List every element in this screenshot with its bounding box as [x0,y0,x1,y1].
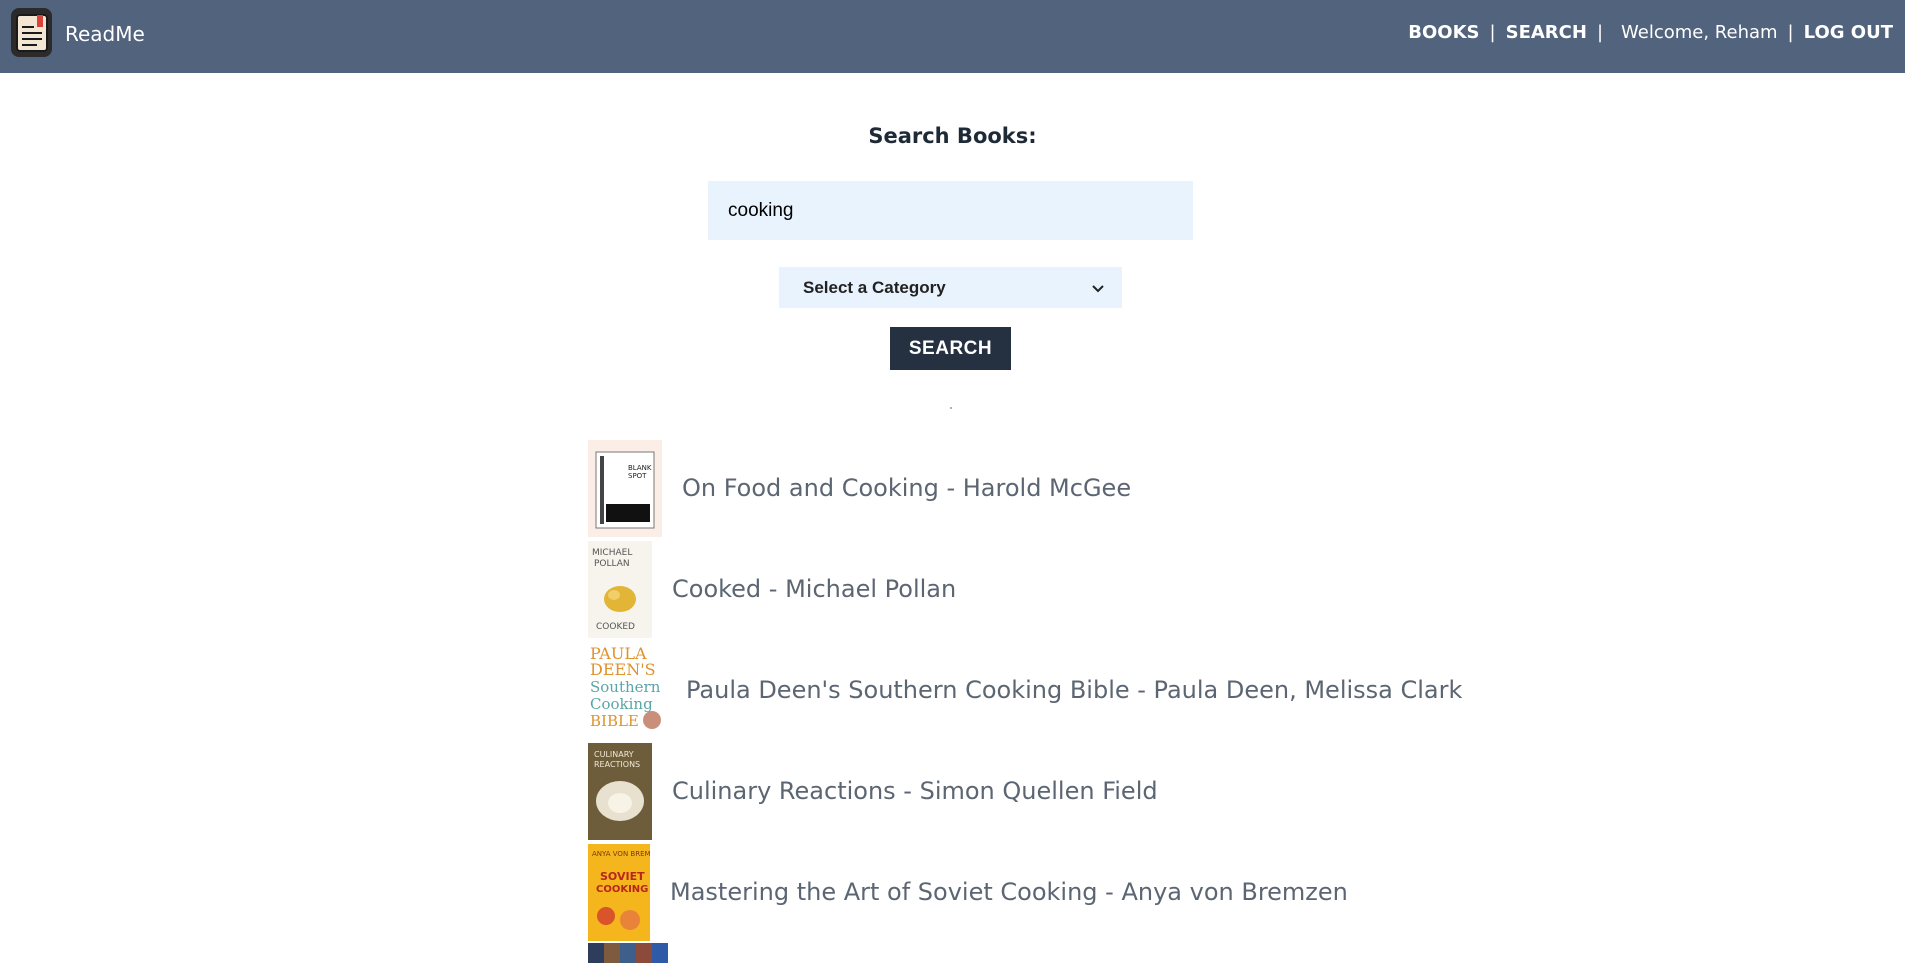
search-heading: Search Books: [868,124,1037,148]
welcome-message: Welcome, Reham [1621,22,1778,43]
svg-text:MICHAEL: MICHAEL [592,548,632,558]
result-title[interactable]: On Food and Cooking - Harold McGee [682,474,1131,502]
search-button[interactable]: SEARCH [890,327,1011,370]
list-item[interactable]: ANYA VON BREMZEN SOVIET COOKING Masterin… [588,842,1348,942]
category-selected-value: Select a Category [803,277,946,297]
logout-link[interactable]: LOG OUT [1804,22,1893,43]
book-cover-image[interactable] [588,943,668,963]
divider-dot [950,407,952,409]
svg-text:COOKING: COOKING [596,884,648,895]
main-nav: BOOKS | SEARCH | Welcome, Reham | LOG OU… [1408,22,1893,43]
svg-text:POLLAN: POLLAN [594,559,630,569]
svg-text:Cooking: Cooking [590,695,653,713]
book-logo-icon[interactable] [11,8,52,57]
list-item[interactable]: BLANK SPOT On Food and Cooking - Harold … [588,438,1131,538]
svg-text:Southern: Southern [590,678,661,696]
book-cover-image[interactable]: MICHAEL POLLAN COOKED [588,540,652,638]
svg-text:BIBLE: BIBLE [590,712,639,730]
list-item[interactable]: MICHAEL POLLAN COOKED Cooked - Michael P… [588,539,956,639]
chevron-down-icon [1092,278,1104,298]
svg-text:ANYA VON BREMZEN: ANYA VON BREMZEN [592,850,650,858]
book-cover-image[interactable]: PAULA DEEN'S Southern Cooking BIBLE [588,641,666,739]
brand-name[interactable]: ReadMe [65,22,145,46]
svg-text:SOVIET: SOVIET [600,870,645,883]
svg-text:COOKED: COOKED [596,622,635,632]
nav-books-link[interactable]: BOOKS [1408,22,1479,43]
nav-separator: | [1787,22,1794,43]
category-select[interactable]: Select a Category [779,267,1122,308]
result-title[interactable]: Mastering the Art of Soviet Cooking - An… [670,878,1348,906]
list-item[interactable]: PAULA DEEN'S Southern Cooking BIBLE Paul… [588,640,1462,740]
result-title[interactable]: Cooked - Michael Pollan [672,575,956,603]
svg-text:SPOT: SPOT [628,472,647,480]
svg-text:REACTIONS: REACTIONS [594,760,640,769]
result-title[interactable]: Culinary Reactions - Simon Quellen Field [672,777,1158,805]
svg-text:CULINARY: CULINARY [594,750,634,759]
book-cover-image[interactable]: BLANK SPOT [588,439,662,537]
list-item[interactable]: CULINARY REACTIONS Culinary Reactions - … [588,741,1158,841]
search-input[interactable] [708,181,1193,240]
book-cover-image[interactable]: CULINARY REACTIONS [588,742,652,840]
svg-text:BLANK: BLANK [628,464,652,472]
book-cover-image[interactable]: ANYA VON BREMZEN SOVIET COOKING [588,843,650,941]
nav-search-link[interactable]: SEARCH [1506,22,1587,43]
nav-separator: | [1489,22,1496,43]
svg-text:DEEN'S: DEEN'S [590,660,656,679]
top-navigation-bar: ReadMe BOOKS | SEARCH | Welcome, Reham |… [0,0,1905,73]
result-title[interactable]: Paula Deen's Southern Cooking Bible - Pa… [686,676,1462,704]
nav-separator: | [1596,22,1604,43]
list-item[interactable] [588,943,668,973]
